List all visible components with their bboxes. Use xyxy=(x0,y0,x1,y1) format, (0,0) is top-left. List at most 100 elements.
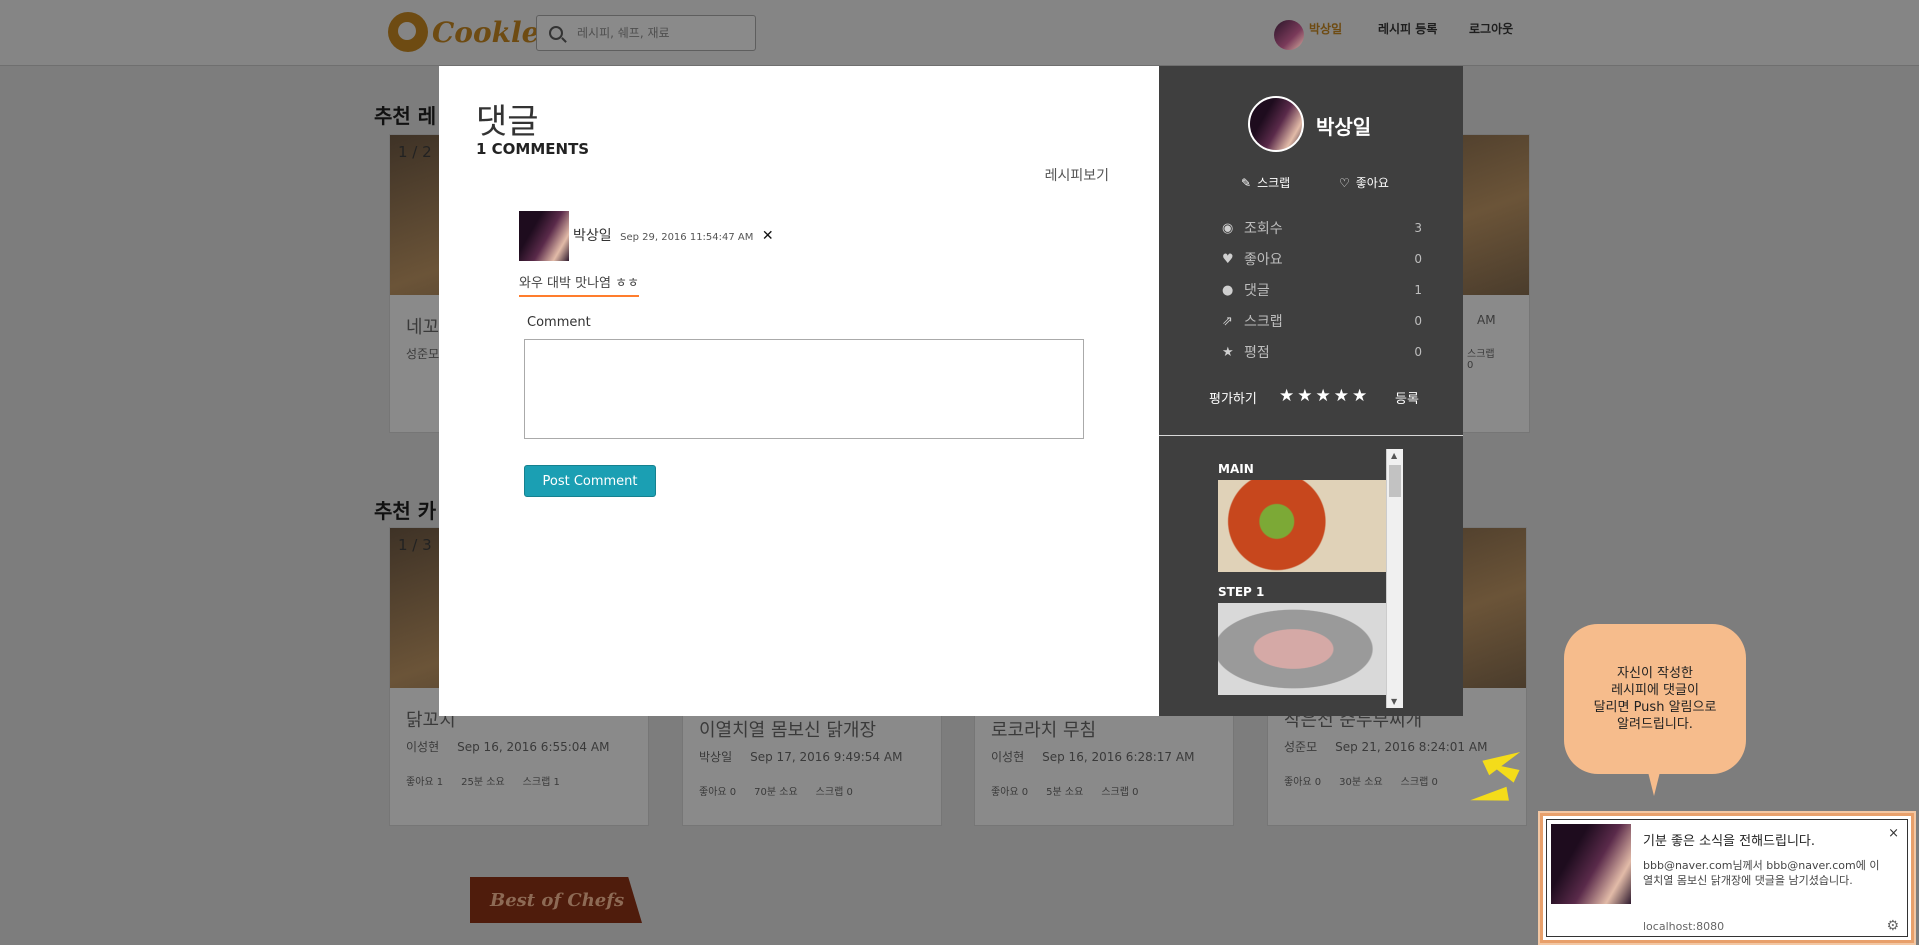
recipe-info-panel: 박상일 ✎ 스크랩 ♡ 좋아요 ◉ 조회수 3 ♥ 좋아요 0 ● 댓글 1 ⇗… xyxy=(1159,66,1463,716)
step-image-main[interactable] xyxy=(1218,480,1386,572)
nav-logout[interactable]: 로그아웃 xyxy=(1469,20,1513,37)
recipe-date: Sep 21, 2016 8:24:01 AM xyxy=(1335,740,1488,754)
rating-star-icon[interactable]: ★ xyxy=(1352,386,1367,406)
rating-star-icon[interactable]: ★ xyxy=(1316,386,1331,406)
user-avatar[interactable] xyxy=(1274,20,1304,50)
comment-item: 박상일 Sep 29, 2016 11:54:47 AM ✕ xyxy=(519,211,774,261)
nav-user-name[interactable]: 박상일 xyxy=(1309,20,1342,37)
steps-scrollbar[interactable]: ▲ ▼ xyxy=(1386,449,1403,708)
recipe-likes: 좋아요 1 xyxy=(406,777,444,788)
stat-scraps: ⇗ 스크랩 0 xyxy=(1222,311,1422,331)
delete-comment-icon[interactable]: ✕ xyxy=(762,228,774,244)
rating-stars[interactable]: ★ ★ ★ ★ ★ xyxy=(1279,386,1367,406)
scrap-label: 스크랩 xyxy=(1257,176,1291,190)
scroll-thumb[interactable] xyxy=(1389,465,1401,497)
logo[interactable]: Cookle xyxy=(388,12,540,52)
recipe-date: AM xyxy=(1477,313,1496,327)
rating-star-icon[interactable]: ★ xyxy=(1279,386,1294,406)
rate-label: 평가하기 xyxy=(1209,392,1257,407)
slide-counter: 1 / 2 xyxy=(398,143,432,161)
comment-label: Comment xyxy=(527,315,591,330)
recipe-time: 70분 소요 xyxy=(754,787,798,798)
recipe-scraps: 스크랩 0 xyxy=(1400,777,1438,788)
recipe-scraps: 스크랩 0 xyxy=(815,787,853,798)
search-icon xyxy=(549,26,563,40)
recipe-steps-list[interactable]: MAIN STEP 1 ▲ ▼ xyxy=(1218,449,1403,708)
recipe-author: 성준모 xyxy=(406,347,440,361)
rating-submit-button[interactable]: 등록 xyxy=(1395,388,1419,407)
star-icon: ★ xyxy=(1222,344,1234,360)
scroll-down-icon[interactable]: ▼ xyxy=(1391,697,1397,706)
like-button[interactable]: ♡ 좋아요 xyxy=(1339,174,1389,191)
push-explanation-bubble: 자신이 작성한 레시피에 댓글이 달리면 Push 알림으로 알려드립니다. xyxy=(1564,624,1746,796)
recipe-likes: 좋아요 0 xyxy=(699,787,737,798)
recipe-title: 이열치열 몸보신 닭개장 xyxy=(699,720,877,741)
author-avatar xyxy=(1248,96,1304,152)
rating-star-icon[interactable]: ★ xyxy=(1334,386,1349,406)
recipe-author: 박상일 xyxy=(699,750,733,764)
recipe-date: Sep 16, 2016 6:55:04 AM xyxy=(457,740,610,754)
rating-star-icon[interactable]: ★ xyxy=(1297,386,1312,406)
section-heading-recommended-category: 추천 카 xyxy=(374,499,437,523)
comments-icon: ● xyxy=(1222,282,1234,298)
recipe-date: Sep 16, 2016 6:28:17 AM xyxy=(1042,750,1195,764)
search-input[interactable] xyxy=(577,26,737,40)
stat-comments: ● 댓글 1 xyxy=(1222,280,1422,300)
recipe-likes: 좋아요 0 xyxy=(1284,777,1322,788)
heart-icon: ♥ xyxy=(1222,251,1234,267)
nav-register-recipe[interactable]: 레시피 등록 xyxy=(1378,20,1437,37)
stat-value: 0 xyxy=(1414,252,1422,266)
comment-textarea[interactable] xyxy=(524,339,1084,439)
best-of-chefs-label: Best of Chefs xyxy=(490,889,625,911)
stat-label: 좋아요 xyxy=(1244,252,1283,268)
search-box[interactable] xyxy=(536,15,756,51)
comment-text: 와우 대박 맛나염 ㅎㅎ xyxy=(519,272,640,297)
step-label: STEP 1 xyxy=(1218,585,1265,599)
recipe-date: Sep 17, 2016 9:49:54 AM xyxy=(750,750,903,764)
stat-label: 조회수 xyxy=(1244,221,1283,237)
stat-likes: ♥ 좋아요 0 xyxy=(1222,249,1422,269)
notification-body: bbb@naver.com님께서 bbb@naver.com에 이열치열 몸보신… xyxy=(1643,859,1880,887)
stat-views: ◉ 조회수 3 xyxy=(1222,218,1422,238)
recipe-scraps: 스크랩 0 xyxy=(1467,349,1495,371)
notification-title: 기분 좋은 소식을 전해드립니다. xyxy=(1643,834,1816,849)
push-explanation-text: 자신이 작성한 레시피에 댓글이 달리면 Push 알림으로 알려드립니다. xyxy=(1593,666,1717,732)
scroll-up-icon[interactable]: ▲ xyxy=(1391,451,1397,460)
scrap-button[interactable]: ✎ 스크랩 xyxy=(1241,174,1290,191)
gear-icon[interactable]: ⚙ xyxy=(1886,918,1899,934)
notification-host: localhost:8080 xyxy=(1643,920,1725,933)
stat-label: 스크랩 xyxy=(1244,314,1283,330)
close-icon[interactable]: × xyxy=(1888,826,1899,841)
eye-icon: ◉ xyxy=(1222,220,1234,236)
stat-rating: ★ 평점 0 xyxy=(1222,342,1422,362)
recipe-author: 이성현 xyxy=(406,740,440,754)
stat-label: 댓글 xyxy=(1244,283,1270,299)
heart-outline-icon: ♡ xyxy=(1339,175,1350,190)
comment-count: 1 COMMENTS xyxy=(476,140,590,158)
paperclip-icon: ✎ xyxy=(1241,175,1252,190)
like-label: 좋아요 xyxy=(1355,176,1389,190)
notification-avatar xyxy=(1551,824,1631,904)
section-heading-recommended-recipes: 추천 레 xyxy=(374,104,437,128)
slide-counter: 1 / 3 xyxy=(398,536,432,554)
recipe-scraps: 스크랩 1 xyxy=(522,777,560,788)
stat-label: 평점 xyxy=(1244,345,1270,361)
stat-value: 3 xyxy=(1414,221,1422,235)
stat-value: 1 xyxy=(1414,283,1422,297)
push-notification[interactable]: 기분 좋은 소식을 전해드립니다. × bbb@naver.com님께서 bbb… xyxy=(1540,813,1914,943)
step-label: MAIN xyxy=(1218,462,1254,476)
logo-text: Cookle xyxy=(432,15,540,49)
post-comment-button[interactable]: Post Comment xyxy=(524,465,656,497)
step-image-1[interactable] xyxy=(1218,603,1386,695)
recipe-card[interactable]: 로코라치 무침 이성현 Sep 16, 2016 6:28:17 AM 좋아요 0… xyxy=(974,716,1234,826)
recipe-author: 성준모 xyxy=(1284,740,1318,754)
recipe-likes: 좋아요 0 xyxy=(991,787,1029,798)
recipe-card[interactable]: 이열치열 몸보신 닭개장 박상일 Sep 17, 2016 9:49:54 AM … xyxy=(682,716,942,826)
comment-panel: 댓글 1 COMMENTS 레시피보기 박상일 Sep 29, 2016 11:… xyxy=(439,66,1159,716)
top-navbar: Cookle 박상일 레시피 등록 로그아웃 xyxy=(0,0,1919,66)
comment-author-avatar xyxy=(519,211,569,261)
recipe-scraps: 스크랩 0 xyxy=(1101,787,1139,798)
best-of-chefs-banner: Best of Chefs xyxy=(470,877,642,923)
modal-title: 댓글 xyxy=(476,102,539,142)
view-recipe-link[interactable]: 레시피보기 xyxy=(1045,165,1109,185)
